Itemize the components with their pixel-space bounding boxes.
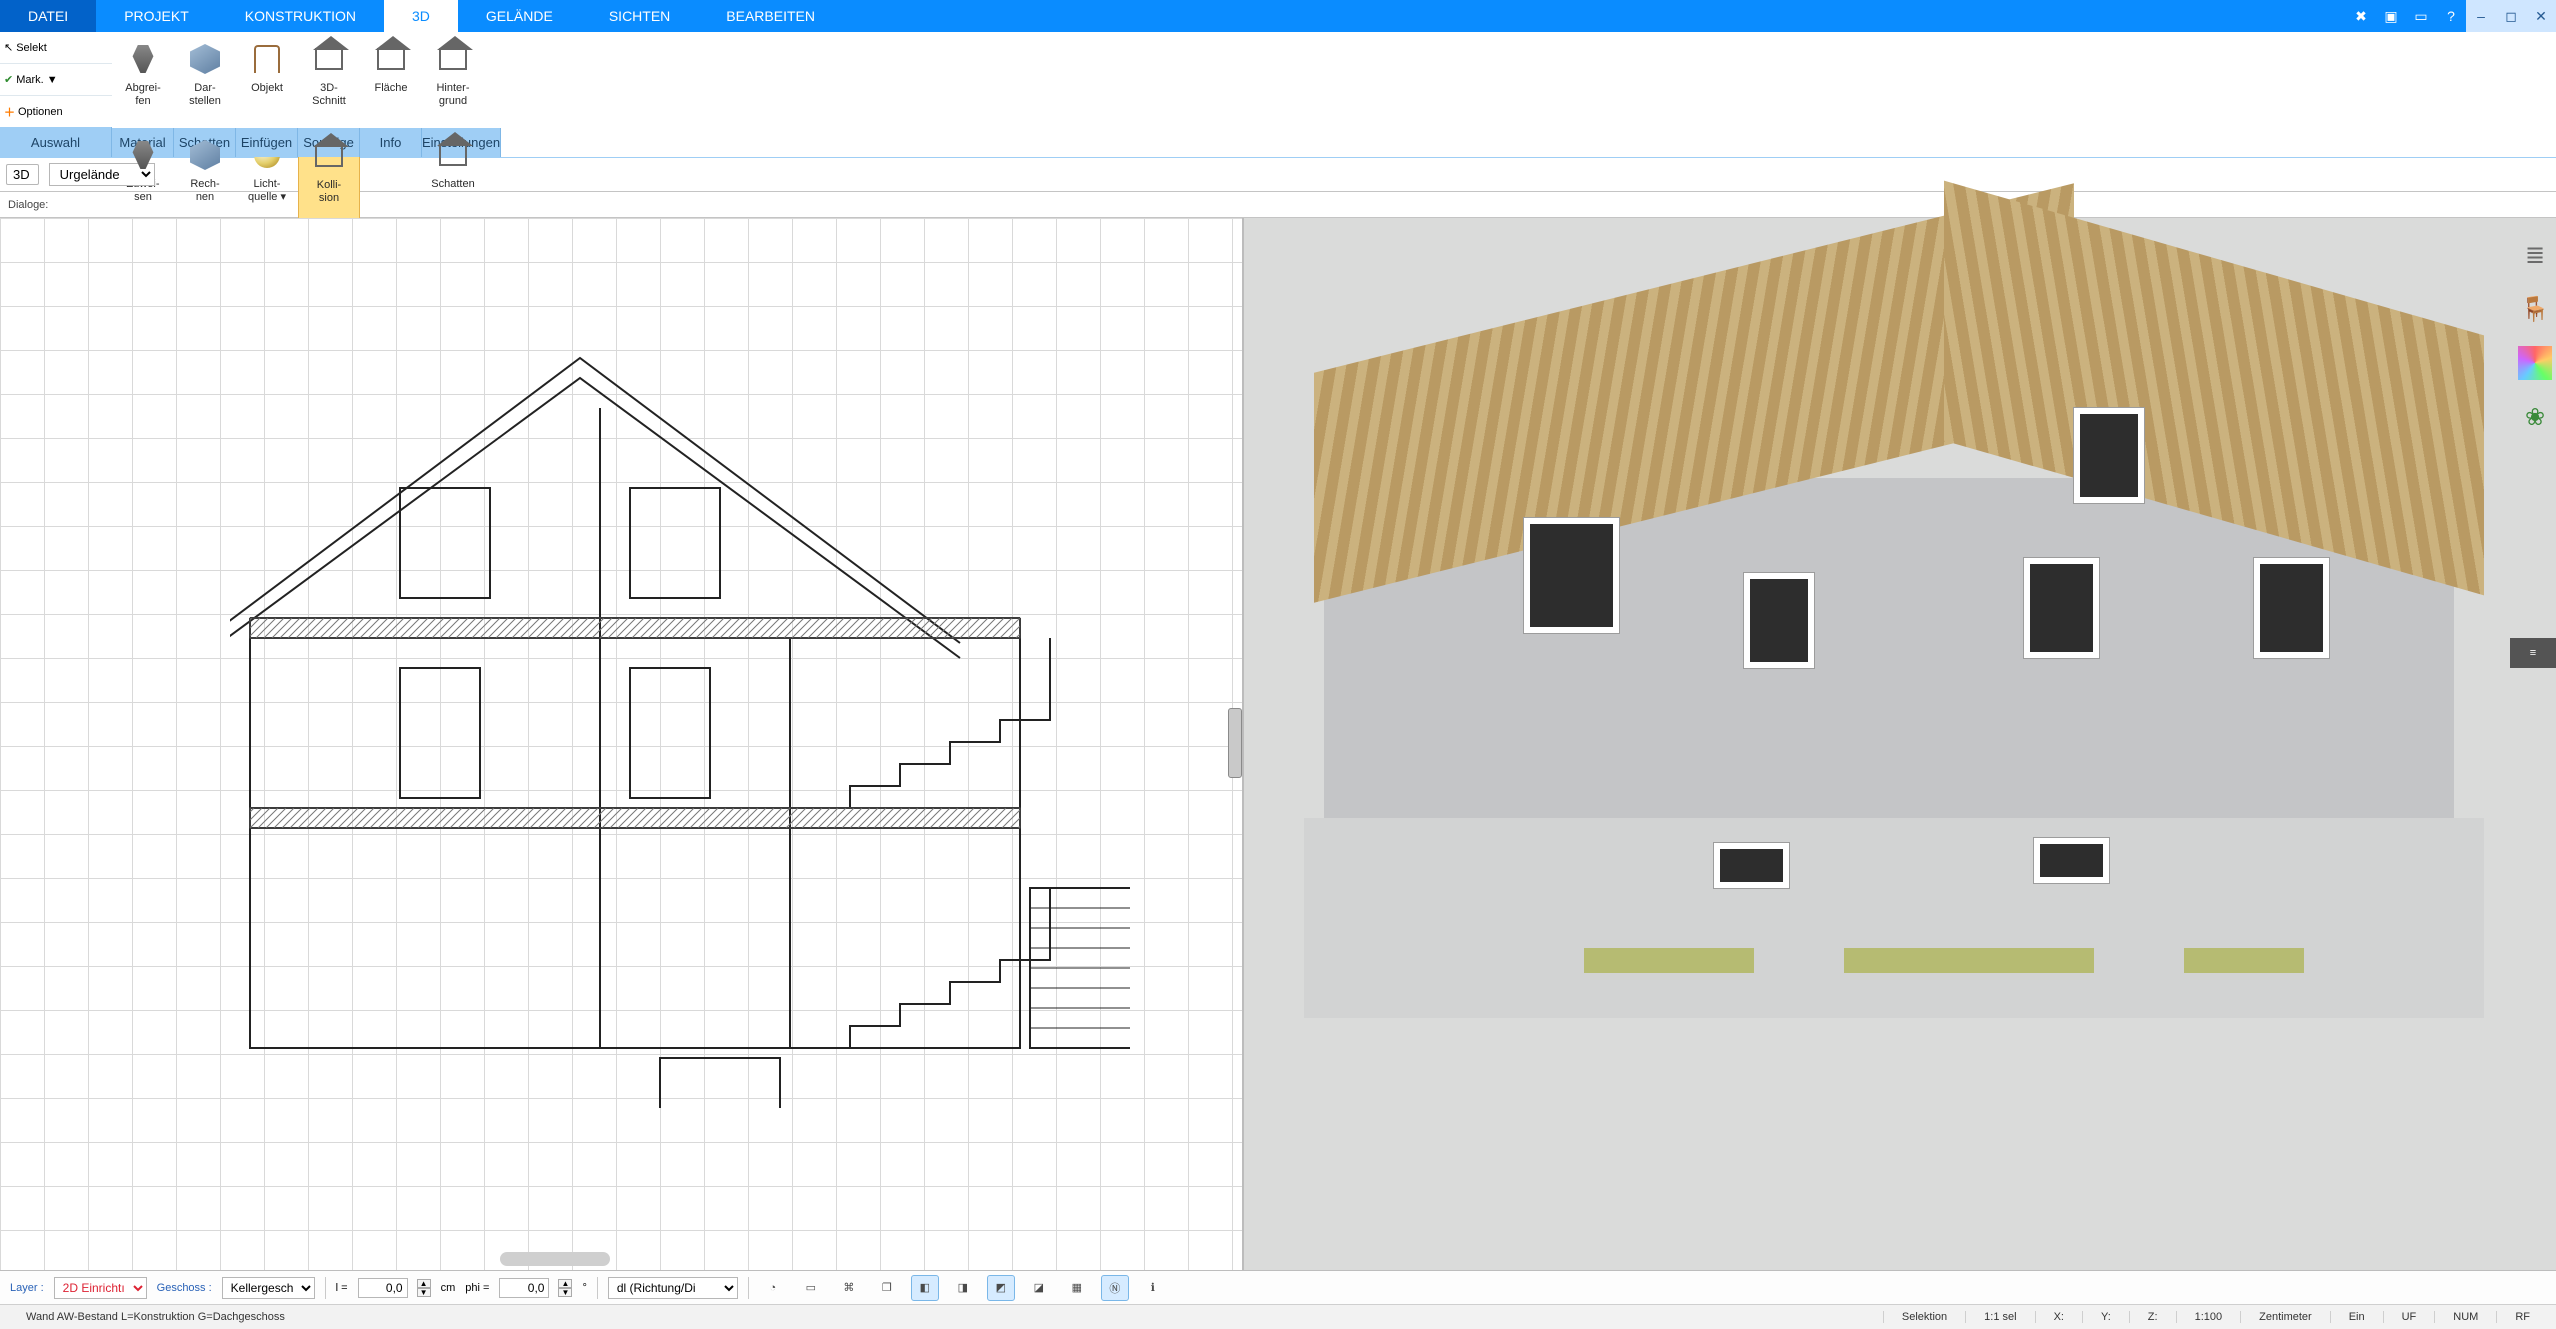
status-y: Y: [2082,1311,2129,1323]
status-unit: Zentimeter [2240,1311,2330,1323]
hintergrund-icon [434,40,472,78]
clock-icon[interactable]: ◔ [759,1275,787,1301]
geschoss-label: Geschoss : [157,1282,212,1294]
status-rf: RF [2496,1311,2548,1323]
abgreifen-icon [124,40,162,78]
copy-icon[interactable]: ❐ [873,1275,901,1301]
right-toolbar: ≣ 🪑 ❀ [2518,238,2552,434]
status-ratio: 1:1 sel [1965,1311,2034,1323]
mark-button[interactable]: ✔ Mark. ▼ [0,64,112,96]
status-ein: Ein [2330,1311,2383,1323]
optionen-label: Optionen [18,106,63,118]
menu-tab-konstruktion[interactable]: KONSTRUKTION [217,0,384,32]
l-input[interactable] [358,1278,408,1298]
plus-icon: ＋ [4,104,15,120]
ribbon-abgreifen[interactable]: Abgrei-fen [112,32,174,128]
schatten2-icon [434,136,472,174]
layer-c-icon[interactable]: ◩ [987,1275,1015,1301]
window-buttons: ✖ ▣ ▭ ? – ◻ ✕ [2346,0,2556,32]
optionen-button[interactable]: ＋ Optionen [0,96,112,127]
grid-icon[interactable]: ▦ [1063,1275,1091,1301]
bottom-toolbar: Layer : 2D Einrichtı Geschoss : Kellerge… [0,1270,2556,1304]
layer-a-icon[interactable]: ◧ [911,1275,939,1301]
ribbon-hintergrund[interactable]: Hinter-grund [422,32,484,128]
status-z: Z: [2129,1311,2176,1323]
ribbon: ↖ Selekt ✔ Mark. ▼ ＋ Optionen Auswahl Ab… [0,32,2556,158]
screen-icon[interactable]: ▭ [797,1275,825,1301]
tool1-icon[interactable]: ✖ [2346,0,2376,32]
palette-icon[interactable] [2518,346,2552,380]
chevron-down-icon: ▼ [47,74,58,86]
phi-unit: ° [582,1282,586,1294]
menu-tab-bearbeiten[interactable]: BEARBEITEN [698,0,843,32]
dl-dropdown[interactable]: dl (Richtung/Di [608,1277,738,1299]
context-row: 3D Urgelände [0,158,2556,192]
layer-label: Layer : [10,1282,44,1294]
3d-viewport[interactable] [1244,218,2556,1270]
group-icon[interactable]: ⌘ [835,1275,863,1301]
view-tag: 3D [6,164,39,185]
tool3-icon[interactable]: ▭ [2406,0,2436,32]
kollision-icon [310,137,348,175]
chair-icon[interactable]: 🪑 [2518,292,2552,326]
darstellen-icon [186,40,224,78]
tool2-icon[interactable]: ▣ [2376,0,2406,32]
terrain-dropdown[interactable]: Urgelände [49,163,155,186]
flaeche-icon [372,40,410,78]
objekt-icon [248,40,286,78]
pane-splitter[interactable] [1228,708,1242,778]
group-title-auswahl: Auswahl [0,127,112,157]
check-icon: ✔ [4,73,13,86]
ribbon-flaeche[interactable]: Fläche [360,32,422,128]
dialoge-row: Dialoge: [0,192,2556,218]
ribbon-darstellen[interactable]: Dar-stellen [174,32,236,128]
selekt-label: Selekt [16,42,47,54]
group-title-info: Info [360,128,422,157]
hscroll-thumb[interactable] [500,1252,610,1266]
status-bar: Wand AW-Bestand L=Konstruktion G=Dachges… [0,1304,2556,1329]
layers-icon[interactable]: ≣ [2518,238,2552,272]
2d-viewport[interactable] [0,218,1244,1270]
help-icon[interactable]: ? [2436,0,2466,32]
mark-label: Mark. [16,74,44,86]
minimize-icon[interactable]: – [2466,0,2496,32]
phi-label: phi = [465,1282,489,1294]
menu-tab-sichten[interactable]: SICHTEN [581,0,698,32]
menu-tab-projekt[interactable]: PROJEKT [96,0,217,32]
info-icon[interactable]: ℹ [1139,1275,1167,1301]
layer-b-icon[interactable]: ◨ [949,1275,977,1301]
selekt-button[interactable]: ↖ Selekt [0,32,112,64]
menu-bar: DATEI PROJEKT KONSTRUKTION 3D GELÄNDE SI… [0,0,2556,32]
ribbon-3dschnitt[interactable]: 3D-Schnitt [298,32,360,128]
l-unit: cm [441,1282,456,1294]
l-spinner[interactable]: ▲▼ [417,1279,431,1297]
geschoss-dropdown[interactable]: Kellergesch [222,1277,315,1299]
work-area: ≣ 🪑 ❀ ≡ [0,218,2556,1270]
menu-tab-datei[interactable]: DATEI [0,0,96,32]
menu-tab-gelaende[interactable]: GELÄNDE [458,0,581,32]
phi-spinner[interactable]: ▲▼ [558,1279,572,1297]
maximize-icon[interactable]: ◻ [2496,0,2526,32]
tree-icon[interactable]: ❀ [2518,400,2552,434]
ribbon-objekt[interactable]: Objekt [236,32,298,128]
3dschnitt-icon [310,40,348,78]
group-title-einfügen: Einfügen [236,128,298,157]
menu-tab-3d[interactable]: 3D [384,0,458,32]
layer-dropdown[interactable]: 2D Einrichtı [54,1277,147,1299]
status-uf: UF [2383,1311,2435,1323]
status-num: NUM [2434,1311,2496,1323]
l-label: l = [336,1282,348,1294]
layer-d-icon[interactable]: ◪ [1025,1275,1053,1301]
status-scale: 1:100 [2176,1311,2241,1323]
status-left: Wand AW-Bestand L=Konstruktion G=Dachges… [8,1311,303,1323]
close-icon[interactable]: ✕ [2526,0,2556,32]
north-icon[interactable]: Ⓝ [1101,1275,1129,1301]
panel-expander[interactable]: ≡ [2510,638,2556,668]
status-x: X: [2035,1311,2082,1323]
phi-input[interactable] [499,1278,549,1298]
cursor-icon: ↖ [4,41,13,54]
status-sel: Selektion [1883,1311,1965,1323]
section-drawing [230,288,1130,1108]
